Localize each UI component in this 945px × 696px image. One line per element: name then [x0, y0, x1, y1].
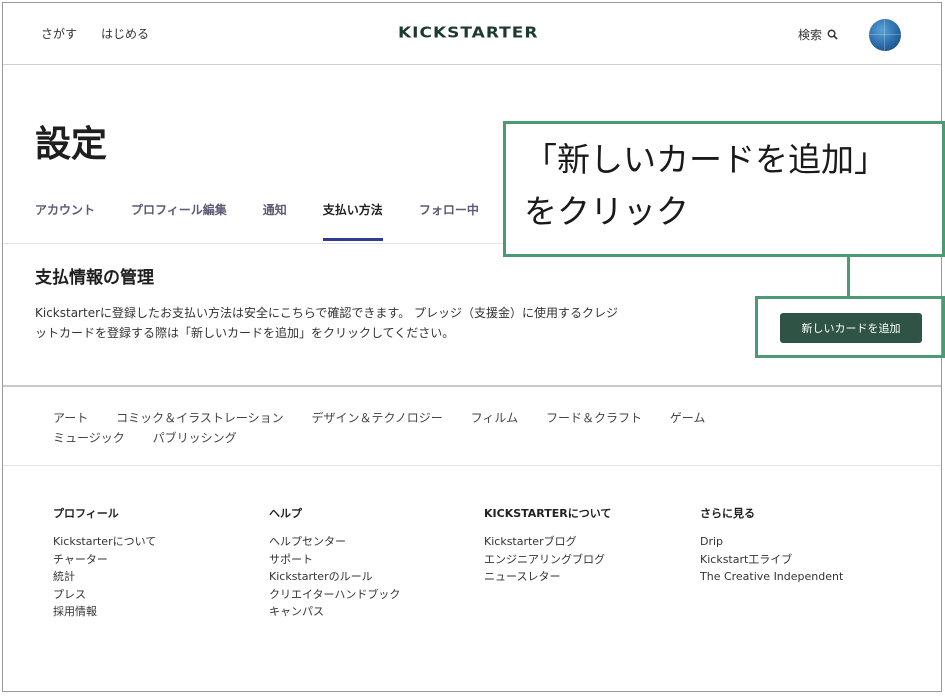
- footer-column-title: ヘルプ: [269, 507, 302, 520]
- footer-link[interactable]: ニュースレター: [484, 568, 611, 586]
- page-title: 設定: [35, 124, 108, 165]
- footer-link[interactable]: 統計: [53, 568, 156, 586]
- kickstarter-logo[interactable]: KICKSTARTER: [398, 24, 538, 42]
- footer-column-title: プロフィール: [53, 507, 119, 520]
- footer-link[interactable]: エンジニアリングブログ: [484, 551, 611, 569]
- payment-description: Kickstarterに登録したお支払い方法は安全にこちらで確認できます。 プレ…: [35, 306, 619, 340]
- tab-account[interactable]: アカウント: [35, 201, 95, 243]
- add-card-button[interactable]: 新しいカードを追加: [780, 313, 922, 343]
- page-frame: さがす はじめる KICKSTARTER 検索 設定 アカウント プロフィール編…: [2, 2, 945, 692]
- nav-explore-link[interactable]: さがす: [41, 25, 77, 42]
- category-link[interactable]: フード＆クラフト: [546, 408, 642, 428]
- category-link[interactable]: アート: [53, 408, 88, 428]
- footer-link[interactable]: Drip: [700, 533, 843, 551]
- tab-edit-profile[interactable]: プロフィール編集: [131, 201, 227, 243]
- footer-column-title: さらに見る: [700, 507, 755, 520]
- footer-link[interactable]: Kickstarterのルール: [269, 568, 400, 586]
- category-link[interactable]: コミック＆イラストレーション: [116, 408, 284, 428]
- nav-start-link[interactable]: はじめる: [101, 25, 149, 42]
- category-link[interactable]: パブリッシング: [153, 428, 237, 448]
- footer-divider: [3, 465, 941, 466]
- category-link[interactable]: デザイン＆テクノロジー: [311, 408, 442, 428]
- nav-links: さがす はじめる: [41, 25, 149, 42]
- footer-column-help: ヘルプ ヘルプセンター サポート Kickstarterのルール クリエイターハ…: [269, 505, 400, 621]
- footer-link[interactable]: プレス: [53, 586, 156, 604]
- footer-link[interactable]: 採用情報: [53, 603, 156, 621]
- footer-column-title: KICKSTARTERについて: [484, 507, 612, 520]
- content-divider: [3, 385, 941, 387]
- category-link[interactable]: ゲーム: [670, 408, 706, 428]
- footer-link[interactable]: ヘルプセンター: [269, 533, 400, 551]
- footer-link[interactable]: キャンパス: [269, 603, 400, 621]
- instruction-callout: 「新しいカードを追加」 をクリック: [503, 121, 945, 257]
- footer-column-more: さらに見る Drip Kickstart工ライブ The Creative In…: [700, 505, 843, 586]
- footer-link[interactable]: サポート: [269, 551, 400, 569]
- search-label: 検索: [798, 28, 823, 42]
- category-links: アート コミック＆イラストレーション デザイン＆テクノロジー フィルム フード＆…: [53, 408, 823, 448]
- settings-tabs: アカウント プロフィール編集 通知 支払い方法 フォロー中: [35, 201, 515, 243]
- footer-link[interactable]: Kickstarterブログ: [484, 533, 611, 551]
- callout-line-2: をクリック: [524, 192, 689, 231]
- user-avatar[interactable]: [869, 19, 901, 51]
- footer-link[interactable]: Kickstart工ライブ: [700, 551, 843, 569]
- payment-section-title: 支払情報の管理: [35, 268, 154, 288]
- footer-link[interactable]: Kickstarterについて: [53, 533, 156, 551]
- tab-payment-methods[interactable]: 支払い方法: [322, 201, 383, 243]
- footer-link[interactable]: The Creative Independent: [700, 568, 843, 586]
- callout-connector: [847, 257, 850, 297]
- footer-link[interactable]: チャーター: [53, 551, 156, 569]
- footer-column-profile: プロフィール Kickstarterについて チャーター 統計 プレス 採用情報: [53, 505, 156, 621]
- top-navigation-bar: さがす はじめる KICKSTARTER 検索: [3, 3, 941, 65]
- tab-notifications[interactable]: 通知: [263, 201, 287, 243]
- category-link[interactable]: ミュージック: [53, 428, 125, 448]
- footer-column-about: KICKSTARTERについて Kickstarterブログ エンジニアリングブ…: [484, 505, 611, 586]
- tab-following[interactable]: フォロー中: [419, 201, 479, 243]
- footer-link[interactable]: クリエイターハンドブック: [269, 586, 400, 604]
- search-button[interactable]: 検索: [798, 26, 838, 43]
- search-icon: [827, 29, 838, 40]
- category-link[interactable]: フィルム: [471, 408, 519, 428]
- callout-line-1: 「新しいカードを追加」: [524, 140, 887, 179]
